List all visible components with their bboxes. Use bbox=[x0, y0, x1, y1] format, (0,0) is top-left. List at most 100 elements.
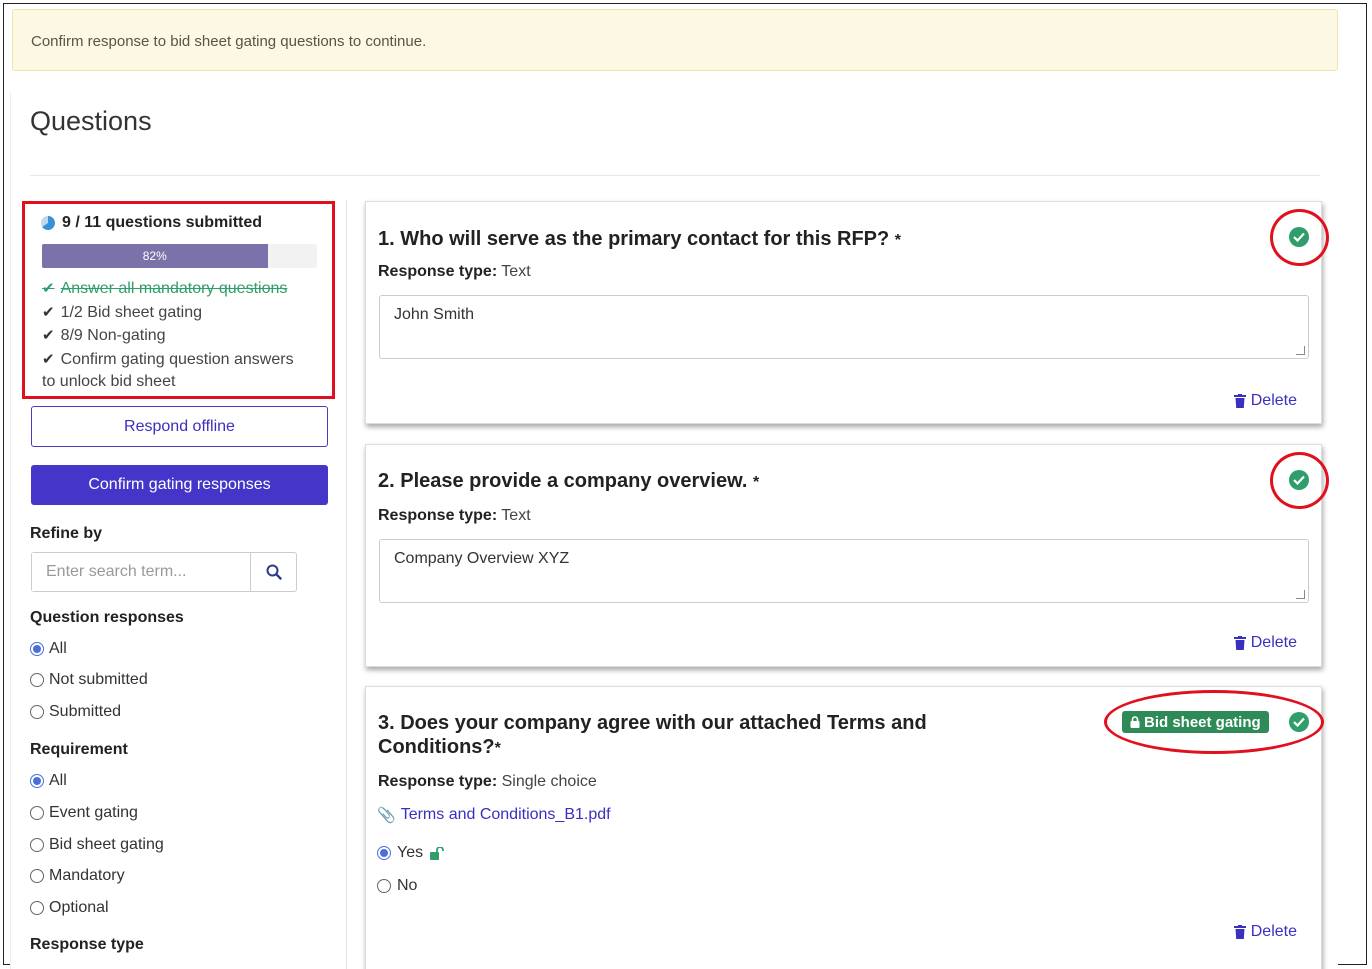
search-button[interactable] bbox=[251, 553, 296, 591]
filter-requirement-mandatory[interactable]: Mandatory bbox=[30, 867, 125, 885]
delete-button[interactable]: Delete bbox=[1233, 923, 1297, 941]
lock-icon bbox=[1130, 716, 1140, 728]
response-type: Response type: Text bbox=[378, 263, 531, 281]
radio-label: Bid sheet gating bbox=[49, 836, 164, 853]
question-title-line2: Conditions?* bbox=[378, 735, 927, 761]
radio-unselected[interactable] bbox=[30, 705, 44, 719]
radio-unselected[interactable] bbox=[30, 869, 44, 883]
question-title-text: Conditions? bbox=[378, 736, 495, 758]
delete-label: Delete bbox=[1250, 923, 1297, 940]
trash-icon bbox=[1233, 925, 1246, 939]
filter-responses-not-submitted[interactable]: Not submitted bbox=[30, 671, 148, 689]
resize-handle[interactable] bbox=[1296, 346, 1305, 355]
response-type: Response type: Text bbox=[378, 507, 531, 525]
checkmark-icon: ✔ bbox=[42, 327, 55, 344]
response-type-label: Response type: bbox=[378, 773, 498, 790]
filter-requirement-optional[interactable]: Optional bbox=[30, 899, 109, 917]
filter-requirement-event-gating[interactable]: Event gating bbox=[30, 804, 138, 822]
progress-bar: 82% bbox=[42, 244, 317, 268]
submitted-status bbox=[1289, 712, 1309, 732]
delete-label: Delete bbox=[1250, 634, 1297, 651]
pie-chart-icon bbox=[41, 216, 55, 230]
bid-sheet-gating-badge: Bid sheet gating bbox=[1122, 711, 1269, 733]
resize-handle[interactable] bbox=[1296, 590, 1305, 599]
response-type: Response type: Single choice bbox=[378, 773, 597, 791]
question-title: 1. Who will serve as the primary contact… bbox=[378, 227, 901, 253]
radio-unselected[interactable] bbox=[30, 838, 44, 852]
response-type-value: Text bbox=[501, 507, 531, 524]
page-title: Questions bbox=[30, 106, 152, 136]
delete-button[interactable]: Delete bbox=[1233, 392, 1297, 410]
refine-heading: Refine by bbox=[30, 525, 103, 542]
check-circle-icon bbox=[1289, 712, 1309, 732]
response-type-heading: Response type bbox=[30, 936, 144, 953]
radio-label: Submitted bbox=[49, 703, 122, 720]
radio-unselected[interactable] bbox=[30, 673, 44, 687]
response-type-value: Text bbox=[501, 263, 531, 280]
filter-requirement-bid-sheet-gating[interactable]: Bid sheet gating bbox=[30, 836, 164, 854]
radio-unselected[interactable] bbox=[30, 806, 44, 820]
trash-icon bbox=[1233, 636, 1246, 650]
checklist-wrap-text: to unlock bid sheet bbox=[42, 373, 176, 390]
checklist-item-bid-sheet: ✔ 1/2 Bid sheet gating bbox=[42, 303, 202, 322]
search-input[interactable] bbox=[32, 553, 251, 591]
radio-selected[interactable] bbox=[30, 774, 44, 788]
search-icon bbox=[266, 564, 282, 580]
attachment-link[interactable]: 📎 Terms and Conditions_B1.pdf bbox=[377, 806, 611, 824]
checkmark-icon: ✔ bbox=[42, 280, 55, 297]
radio-label: All bbox=[49, 640, 67, 657]
confirm-gating-button[interactable]: Confirm gating responses bbox=[31, 465, 328, 505]
delete-label: Delete bbox=[1250, 392, 1297, 409]
checklist-item-non-gating: ✔ 8/9 Non-gating bbox=[42, 326, 166, 345]
checklist-label: 1/2 Bid sheet gating bbox=[60, 304, 203, 321]
filter-responses-submitted[interactable]: Submitted bbox=[30, 703, 121, 721]
radio-selected[interactable] bbox=[377, 846, 391, 860]
required-mark: * bbox=[494, 740, 501, 757]
sidebar-divider bbox=[346, 200, 347, 969]
check-circle-icon bbox=[1289, 227, 1309, 247]
respond-offline-button[interactable]: Respond offline bbox=[31, 406, 328, 447]
radio-label: Optional bbox=[49, 899, 109, 916]
response-type-label: Response type: bbox=[378, 263, 498, 280]
alert-text: Confirm response to bid sheet gating que… bbox=[31, 33, 427, 50]
filter-responses-all[interactable]: All bbox=[30, 640, 67, 658]
progress-percent: 82% bbox=[142, 249, 167, 263]
answer-textarea[interactable]: Company Overview XYZ bbox=[379, 539, 1309, 603]
attachment-name: Terms and Conditions_B1.pdf bbox=[400, 806, 611, 823]
question-title: 3. Does your company agree with our atta… bbox=[378, 711, 927, 761]
filter-requirement-all[interactable]: All bbox=[30, 772, 67, 790]
option-yes[interactable]: Yes bbox=[377, 844, 445, 862]
question-title-text: 1. Who will serve as the primary contact… bbox=[378, 228, 890, 250]
question-responses-heading: Question responses bbox=[30, 609, 184, 626]
required-mark: * bbox=[894, 232, 902, 249]
response-type-value: Single choice bbox=[501, 773, 597, 790]
answer-textarea[interactable]: John Smith bbox=[379, 295, 1309, 359]
checklist-label: Confirm gating question answers bbox=[60, 351, 294, 368]
answer-text: John Smith bbox=[394, 306, 475, 323]
delete-button[interactable]: Delete bbox=[1233, 634, 1297, 652]
radio-selected[interactable] bbox=[30, 642, 44, 656]
radio-label: All bbox=[49, 772, 67, 789]
checkmark-icon: ✔ bbox=[42, 351, 55, 368]
requirement-heading: Requirement bbox=[30, 741, 128, 758]
title-divider bbox=[30, 175, 1320, 176]
radio-label: Mandatory bbox=[49, 867, 125, 884]
response-type-label: Response type: bbox=[378, 507, 498, 524]
question-card-1: 1. Who will serve as the primary contact… bbox=[365, 201, 1322, 424]
option-no[interactable]: No bbox=[377, 877, 417, 895]
progress-heading: 9 / 11 questions submitted bbox=[40, 214, 262, 232]
radio-label: Event gating bbox=[49, 804, 138, 821]
checkmark-icon: ✔ bbox=[42, 304, 55, 321]
checklist-label: Answer all mandatory questions bbox=[60, 280, 288, 297]
trash-icon bbox=[1233, 394, 1246, 408]
option-label: No bbox=[397, 877, 418, 894]
radio-label: Not submitted bbox=[49, 671, 148, 688]
answer-text: Company Overview XYZ bbox=[394, 550, 570, 567]
check-circle-icon bbox=[1289, 470, 1309, 490]
question-card-2: 2. Please provide a company overview. * … bbox=[365, 444, 1322, 667]
radio-unselected[interactable] bbox=[377, 879, 391, 893]
submitted-status bbox=[1289, 227, 1309, 247]
question-title-text: 3. Does your company agree with our atta… bbox=[378, 712, 927, 734]
radio-unselected[interactable] bbox=[30, 901, 44, 915]
question-title-text: 2. Please provide a company overview. bbox=[378, 470, 748, 492]
